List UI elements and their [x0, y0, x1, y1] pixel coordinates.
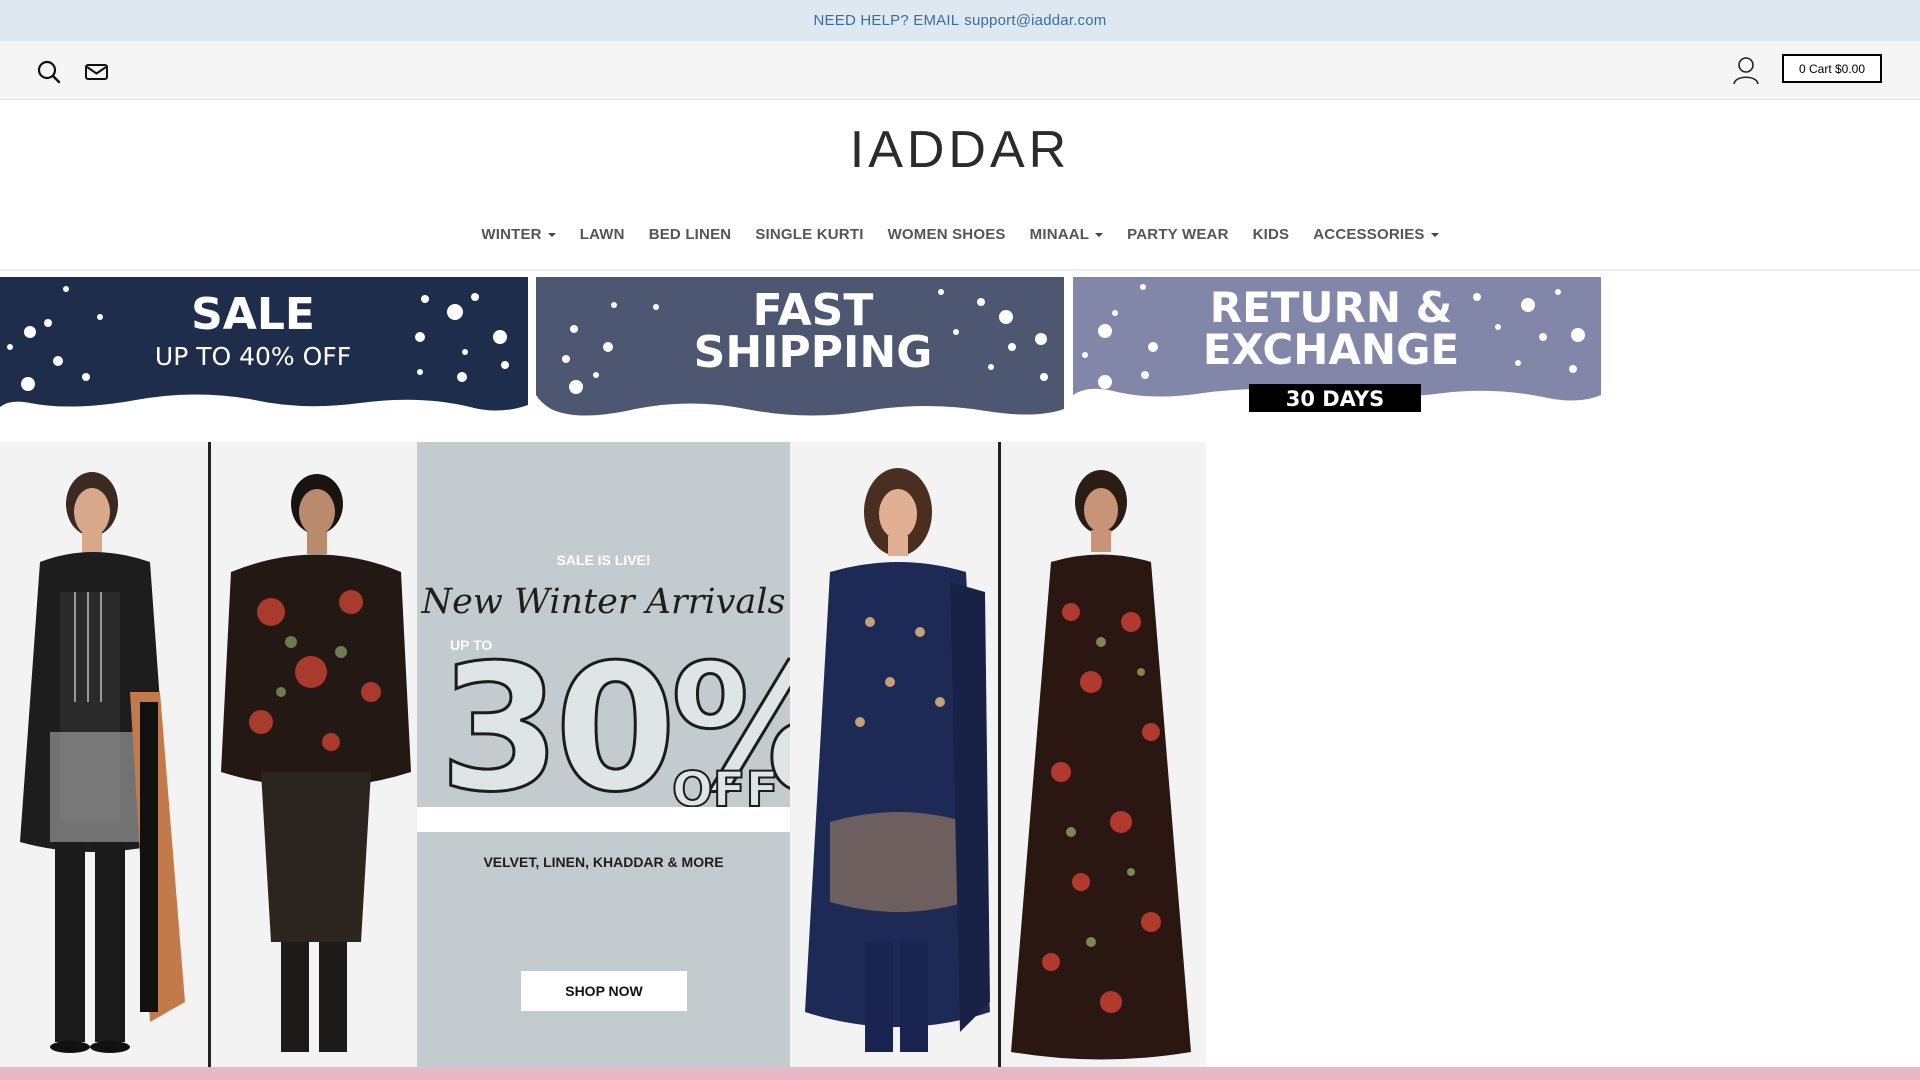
- hero-sale-panel[interactable]: SALE IS LIVE! New Winter Arrivals UP TO …: [417, 442, 847, 1067]
- model-image-3[interactable]: [790, 442, 998, 1067]
- promo-return-line2: EXCHANGE: [1203, 325, 1459, 374]
- mail-icon[interactable]: [84, 59, 110, 85]
- nav-item-winter[interactable]: WINTER: [481, 226, 556, 243]
- promo-banner-sale[interactable]: SALE UP TO 40% OFF: [0, 277, 528, 427]
- nav-item-bed-linen[interactable]: BED LINEN: [649, 226, 732, 243]
- sale-live-text: SALE IS LIVE!: [556, 552, 651, 568]
- cart-button[interactable]: 0 Cart $0.00: [1782, 54, 1882, 83]
- help-text: NEED HELP? EMAIL: [813, 12, 960, 29]
- nav-divider: [0, 269, 1920, 271]
- model-image-2[interactable]: [211, 442, 417, 1067]
- nav-item-party-wear[interactable]: PARTY WEAR: [1127, 226, 1228, 243]
- promo-banner-fast-shipping[interactable]: FAST SHIPPING: [536, 277, 1064, 427]
- support-email-link[interactable]: support@iaddar.com: [964, 12, 1106, 29]
- chevron-down-icon: [1430, 232, 1439, 237]
- site-logo[interactable]: IADDAR: [0, 120, 1920, 180]
- fabrics-text: VELVET, LINEN, KHADDAR & MORE: [483, 854, 724, 870]
- utility-bar: 0 Cart $0.00: [0, 41, 1920, 100]
- nav-item-accessories[interactable]: ACCESSORIES: [1313, 226, 1439, 243]
- snow-band: [417, 807, 790, 832]
- model-image-1[interactable]: [0, 442, 208, 1067]
- announcement-bar: NEED HELP? EMAIL support@iaddar.com: [0, 0, 1920, 41]
- chevron-down-icon: [1095, 232, 1104, 237]
- promo-sale-line2: UP TO 40% OFF: [155, 342, 351, 371]
- nav-item-kids[interactable]: KIDS: [1253, 226, 1290, 243]
- user-icon[interactable]: [1732, 55, 1760, 85]
- nav-item-minaal[interactable]: MINAAL: [1030, 226, 1104, 243]
- nav-item-women-shoes[interactable]: WOMEN SHOES: [888, 226, 1006, 243]
- chevron-down-icon: [547, 232, 556, 237]
- promo-return-badge: 30 DAYS: [1286, 387, 1385, 411]
- model-image-4[interactable]: [1001, 442, 1206, 1067]
- bottom-strip: [0, 1067, 1920, 1080]
- promo-shipping-line2: SHIPPING: [694, 327, 933, 378]
- nav-item-single-kurti[interactable]: SINGLE KURTI: [755, 226, 863, 243]
- main-navigation: WINTER LAWN BED LINEN SINGLE KURTI WOMEN…: [0, 226, 1920, 243]
- promo-sale-line1: SALE: [191, 289, 315, 340]
- shop-now-button[interactable]: SHOP NOW: [521, 971, 687, 1011]
- search-icon[interactable]: [36, 59, 62, 85]
- nav-item-lawn[interactable]: LAWN: [580, 226, 625, 243]
- promo-banner-return-exchange[interactable]: RETURN & EXCHANGE 30 DAYS: [1073, 277, 1601, 427]
- discount-value: 30%: [438, 628, 848, 831]
- hero-banner[interactable]: SALE IS LIVE! New Winter Arrivals UP TO …: [0, 442, 1206, 1067]
- hero-title: New Winter Arrivals: [421, 582, 786, 622]
